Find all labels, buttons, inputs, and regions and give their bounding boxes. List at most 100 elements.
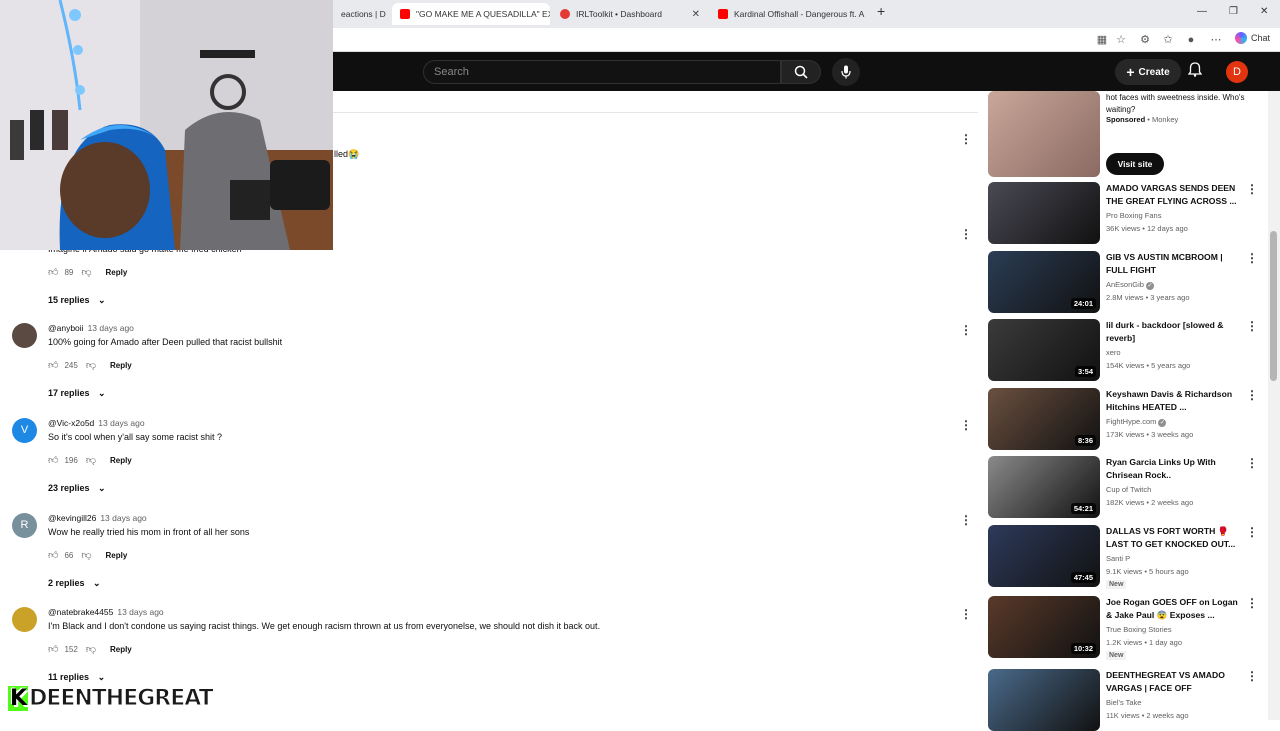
extensions-icon[interactable]: ⚙ — [1138, 33, 1152, 47]
notifications-button[interactable] — [1187, 62, 1203, 80]
video-more-icon[interactable]: ⋮ — [1246, 669, 1258, 683]
tab-reactions[interactable]: eactions | D — [333, 3, 393, 25]
create-button[interactable]: + Create — [1115, 59, 1181, 85]
video-title[interactable]: Keyshawn Davis & Richardson Hitchins HEA… — [1106, 388, 1240, 414]
voice-search-button[interactable] — [832, 58, 860, 86]
scrollbar-thumb[interactable] — [1270, 231, 1277, 381]
tab-kardinal[interactable]: Kardinal Offishall - Dangerous ft. A ✕ — [710, 3, 868, 25]
video-thumbnail[interactable]: 10:32 — [988, 596, 1100, 658]
dislike-icon[interactable]: 👎︎ — [86, 643, 96, 655]
like-icon[interactable]: 👍︎ — [48, 359, 58, 371]
minimize-button[interactable]: — — [1197, 6, 1207, 17]
like-icon[interactable]: 👍︎ — [48, 643, 58, 655]
commenter-avatar[interactable]: V — [12, 418, 37, 443]
channel-name[interactable]: Biel's Take — [1106, 698, 1141, 707]
video-thumbnail[interactable]: 24:01 — [988, 251, 1100, 313]
video-thumbnail[interactable]: 3:54 — [988, 319, 1100, 381]
comment-more-icon[interactable]: ⋮ — [960, 132, 972, 146]
video-channel[interactable]: Pro Boxing Fans — [1106, 211, 1161, 220]
replies-toggle[interactable]: 17 replies ⌄ — [48, 388, 106, 399]
sponsored-ad[interactable]: hot faces with sweetness inside. Who's w… — [988, 91, 1268, 177]
video-title[interactable]: DALLAS VS FORT WORTH 🥊 LAST TO GET KNOCK… — [1106, 525, 1240, 551]
video-thumbnail[interactable]: 54:21 — [988, 456, 1100, 518]
close-tab-icon[interactable]: ✕ — [692, 9, 700, 20]
search-input[interactable]: Search — [423, 60, 781, 84]
video-title[interactable]: lil durk - backdoor [slowed & reverb] — [1106, 319, 1240, 345]
channel-name[interactable]: True Boxing Stories — [1106, 625, 1172, 634]
comment-time[interactable]: 13 days ago — [100, 513, 146, 523]
new-tab-button[interactable]: + — [877, 3, 885, 19]
dislike-icon[interactable]: 👎︎ — [86, 454, 96, 466]
replies-toggle[interactable]: 23 replies ⌄ — [48, 483, 106, 494]
comment-time[interactable]: 13 days ago — [98, 418, 144, 428]
reply-button[interactable]: Reply — [106, 268, 128, 277]
comment-more-icon[interactable]: ⋮ — [960, 323, 972, 337]
dislike-icon[interactable]: 👎︎ — [81, 549, 91, 561]
video-title[interactable]: DEENTHEGREAT VS AMADO VARGAS | FACE OFF — [1106, 669, 1240, 695]
video-channel[interactable]: True Boxing Stories — [1106, 625, 1172, 634]
comment-more-icon[interactable]: ⋮ — [960, 607, 972, 621]
tab-irltoolkit[interactable]: IRLToolkit • Dashboard ✕ — [552, 3, 708, 25]
commenter-avatar[interactable]: R — [12, 513, 37, 538]
comment-more-icon[interactable]: ⋮ — [960, 227, 972, 241]
related-video[interactable]: 10:32 Joe Rogan GOES OFF on Logan & Jake… — [988, 596, 1268, 660]
more-menu-icon[interactable]: ⋯ — [1209, 33, 1223, 47]
video-channel[interactable]: FightHype.com ✓ — [1106, 417, 1167, 427]
commenter-avatar[interactable] — [12, 323, 37, 348]
video-thumbnail[interactable] — [988, 669, 1100, 731]
scrollbar[interactable] — [1268, 91, 1280, 720]
video-title[interactable]: AMADO VARGAS SENDS DEEN THE GREAT FLYING… — [1106, 182, 1240, 208]
video-more-icon[interactable]: ⋮ — [1246, 596, 1258, 610]
comment-more-icon[interactable]: ⋮ — [960, 513, 972, 527]
profile-icon[interactable]: ● — [1184, 33, 1198, 47]
video-channel[interactable]: xero — [1106, 348, 1121, 357]
reply-button[interactable]: Reply — [110, 456, 132, 465]
video-more-icon[interactable]: ⋮ — [1246, 388, 1258, 402]
favorites-icon[interactable]: ✩ — [1161, 33, 1175, 47]
reply-button[interactable]: Reply — [110, 361, 132, 370]
related-video[interactable]: DEENTHEGREAT VS AMADO VARGAS | FACE OFF … — [988, 669, 1268, 731]
video-channel[interactable]: Santi P — [1106, 554, 1130, 563]
visit-site-button[interactable]: Visit site — [1106, 153, 1164, 175]
related-video[interactable]: 24:01 GIB VS AUSTIN MCBROOM | FULL FIGHT… — [988, 251, 1268, 313]
comment-author[interactable]: @natebrake4455 — [48, 607, 113, 617]
comment-author[interactable]: @kevingill26 — [48, 513, 96, 523]
video-thumbnail[interactable]: 8:36 — [988, 388, 1100, 450]
video-more-icon[interactable]: ⋮ — [1246, 182, 1258, 196]
video-more-icon[interactable]: ⋮ — [1246, 525, 1258, 539]
channel-name[interactable]: FightHype.com — [1106, 417, 1156, 426]
copilot-chat-button[interactable]: Chat — [1234, 32, 1270, 44]
related-video[interactable]: 8:36 Keyshawn Davis & Richardson Hitchin… — [988, 388, 1268, 450]
replies-toggle[interactable]: 15 replies ⌄ — [48, 295, 106, 306]
reply-button[interactable]: Reply — [110, 645, 132, 654]
like-icon[interactable]: 👍︎ — [48, 454, 58, 466]
video-title[interactable]: Ryan Garcia Links Up With Chrisean Rock.… — [1106, 456, 1240, 482]
dislike-icon[interactable]: 👎︎ — [86, 359, 96, 371]
video-channel[interactable]: Biel's Take — [1106, 698, 1141, 707]
video-thumbnail[interactable]: 47:45 — [988, 525, 1100, 587]
video-title[interactable]: GIB VS AUSTIN MCBROOM | FULL FIGHT — [1106, 251, 1240, 277]
like-icon[interactable]: 👍︎ — [48, 266, 58, 278]
video-title[interactable]: Joe Rogan GOES OFF on Logan & Jake Paul … — [1106, 596, 1240, 622]
maximize-button[interactable]: ❐ — [1229, 6, 1238, 17]
replies-toggle[interactable]: 2 replies ⌄ — [48, 578, 101, 589]
related-video[interactable]: AMADO VARGAS SENDS DEEN THE GREAT FLYING… — [988, 182, 1268, 244]
channel-name[interactable]: Cup of Twitch — [1106, 485, 1151, 494]
video-channel[interactable]: AnEsonGib ✓ — [1106, 280, 1154, 290]
video-more-icon[interactable]: ⋮ — [1246, 251, 1258, 265]
replies-toggle[interactable]: 11 replies ⌄ — [48, 672, 105, 683]
video-thumbnail[interactable] — [988, 182, 1100, 244]
reply-button[interactable]: Reply — [106, 551, 128, 560]
tab-quesadilla[interactable]: "GO MAKE ME A QUESADILLA" EX ✕ — [392, 3, 550, 25]
close-window-button[interactable]: ✕ — [1260, 6, 1268, 17]
comment-author[interactable]: @anyboii — [48, 323, 84, 333]
commenter-avatar[interactable] — [12, 607, 37, 632]
ad-thumbnail[interactable] — [988, 91, 1100, 177]
favorite-star-icon[interactable]: ☆ — [1114, 33, 1128, 47]
related-video[interactable]: 54:21 Ryan Garcia Links Up With Chrisean… — [988, 456, 1268, 518]
video-more-icon[interactable]: ⋮ — [1246, 319, 1258, 333]
like-icon[interactable]: 👍︎ — [48, 549, 58, 561]
video-channel[interactable]: Cup of Twitch — [1106, 485, 1151, 494]
comment-author[interactable]: @Vic-x2o5d — [48, 418, 94, 428]
channel-name[interactable]: xero — [1106, 348, 1121, 357]
